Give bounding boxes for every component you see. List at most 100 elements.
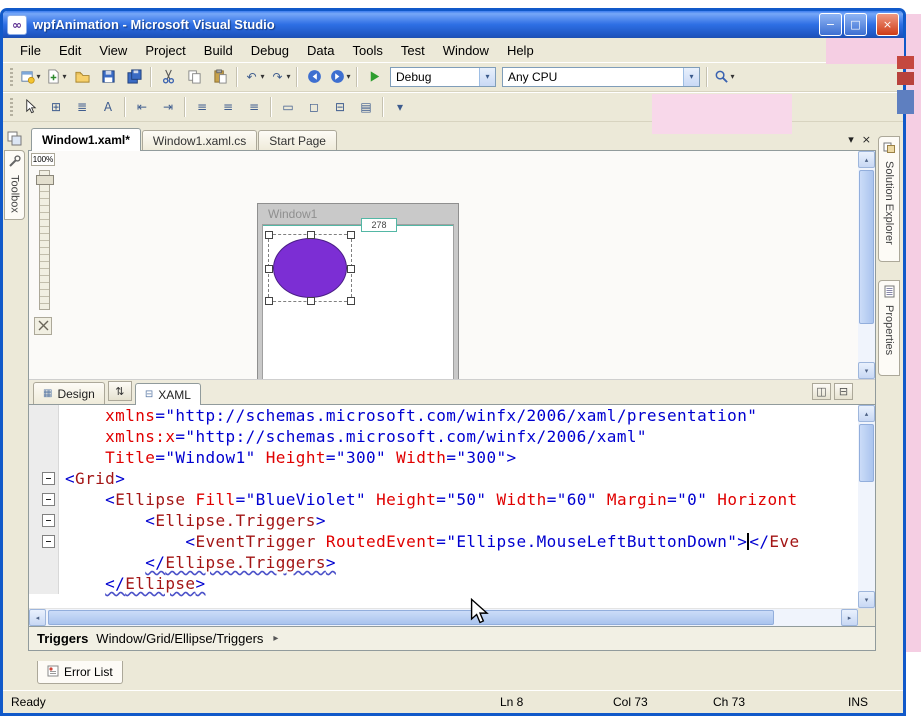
chevron-right-icon[interactable]: ▸ (273, 633, 278, 644)
collapse-toggle[interactable] (42, 493, 55, 506)
design-view[interactable]: 100% Window1 278 ▴ ▾ (29, 151, 875, 380)
title-bar[interactable]: ∞ wpfAnimation - Microsoft Visual Studio… (3, 11, 903, 38)
close-document-button[interactable]: × (862, 133, 871, 146)
save-button[interactable] (95, 66, 121, 88)
editor-horizontal-scrollbar[interactable]: ◂ ▸ (29, 608, 875, 626)
align-lefts-button[interactable]: ≡ (189, 96, 215, 118)
tab-start-page[interactable]: Start Page (258, 130, 337, 150)
resize-handle-n[interactable] (307, 231, 315, 239)
selection-tool-button[interactable] (17, 96, 43, 118)
add-new-item-button[interactable]: ▾ (43, 66, 69, 88)
zoom-slider-thumb[interactable] (35, 175, 54, 185)
increase-indent-button[interactable]: ⇥ (155, 96, 181, 118)
editor-scroll-down-icon[interactable]: ▾ (858, 591, 875, 608)
design-scroll-track[interactable] (858, 168, 875, 362)
toolbar-options-button[interactable]: ▾ (387, 96, 413, 118)
menu-debug[interactable]: Debug (242, 40, 298, 61)
cut-button[interactable] (155, 66, 181, 88)
horizontal-split-button[interactable]: ⊟ (834, 383, 853, 400)
same-width-button[interactable]: ▭ (275, 96, 301, 118)
paste-button[interactable] (207, 66, 233, 88)
breadcrumb-current[interactable]: Triggers (37, 631, 88, 646)
fit-to-screen-button[interactable] (34, 317, 52, 335)
undo-button[interactable]: ↶ ▾ (241, 66, 267, 88)
menu-build[interactable]: Build (195, 40, 242, 61)
breadcrumb-path[interactable]: Window/Grid/Ellipse/Triggers (96, 631, 263, 646)
copy-button[interactable] (181, 66, 207, 88)
menu-window[interactable]: Window (434, 40, 498, 61)
edit-text-button[interactable]: A (95, 96, 121, 118)
solution-platforms-combo[interactable]: Any CPU ▾ (502, 66, 700, 87)
zoom-level[interactable]: 100% (31, 153, 55, 166)
chevron-down-icon[interactable]: ▾ (683, 67, 699, 86)
toolbox-tab[interactable]: Toolbox (4, 150, 25, 220)
minimize-button[interactable]: − (819, 13, 842, 36)
scroll-up-icon[interactable]: ▴ (858, 151, 875, 168)
align-rights-button[interactable]: ≡ (241, 96, 267, 118)
start-debugging-button[interactable] (361, 66, 387, 88)
xaml-view-tab[interactable]: ⊟ XAML (134, 383, 201, 405)
resize-handle-e[interactable] (347, 265, 355, 273)
editor-scroll-track[interactable] (858, 422, 875, 591)
editor-scroll-thumb[interactable] (859, 424, 874, 482)
collapse-toggle[interactable] (42, 472, 55, 485)
hscroll-thumb[interactable] (48, 610, 774, 625)
chevron-down-icon[interactable]: ▾ (479, 67, 495, 86)
menu-tools[interactable]: Tools (343, 40, 391, 61)
editor-scroll-up-icon[interactable]: ▴ (858, 405, 875, 422)
solution-explorer-tab[interactable]: Solution Explorer (878, 136, 900, 262)
solution-configurations-combo[interactable]: Debug ▾ (390, 66, 496, 87)
new-project-button[interactable]: ▾ (17, 66, 43, 88)
collapse-toggle[interactable] (42, 514, 55, 527)
scroll-right-icon[interactable]: ▸ (841, 609, 858, 626)
resize-handle-nw[interactable] (265, 231, 273, 239)
decrease-indent-button[interactable]: ⇤ (129, 96, 155, 118)
design-view-tab[interactable]: ▦ Design (33, 382, 105, 404)
same-height-button[interactable]: ⊟ (327, 96, 353, 118)
xaml-editor[interactable]: xmlns="http://schemas.microsoft.com/winf… (29, 405, 875, 608)
menu-test[interactable]: Test (392, 40, 434, 61)
toolbar-grip[interactable] (10, 67, 13, 86)
resize-handle-ne[interactable] (347, 231, 355, 239)
resize-handle-s[interactable] (307, 297, 315, 305)
swap-panes-button[interactable]: ⇅ (107, 381, 132, 401)
resize-handle-sw[interactable] (265, 297, 273, 305)
hscroll-track[interactable] (46, 609, 841, 626)
design-window[interactable]: Window1 278 (257, 203, 459, 379)
collapse-toggle[interactable] (42, 535, 55, 548)
design-window-client[interactable]: 278 (262, 218, 454, 379)
save-all-button[interactable] (121, 66, 147, 88)
navigate-forward-button[interactable]: ▾ (327, 66, 353, 88)
design-vertical-scrollbar[interactable]: ▴ ▾ (858, 151, 875, 379)
document-list-button[interactable]: ▾ (848, 133, 854, 146)
code-lines[interactable]: xmlns="http://schemas.microsoft.com/winf… (29, 405, 858, 608)
layout-grid-button[interactable]: ▤ (353, 96, 379, 118)
snaplines-button[interactable]: ⊞ (43, 96, 69, 118)
editor-vertical-scrollbar[interactable]: ▴ ▾ (858, 405, 875, 608)
open-file-button[interactable] (69, 66, 95, 88)
redo-button[interactable]: ↷ ▾ (267, 66, 293, 88)
menu-view[interactable]: View (90, 40, 136, 61)
maximize-button[interactable]: □ (844, 13, 867, 36)
find-in-files-button[interactable]: ▾ (711, 66, 737, 88)
close-button[interactable]: × (876, 13, 899, 36)
menu-data[interactable]: Data (298, 40, 343, 61)
resize-handle-se[interactable] (347, 297, 355, 305)
scroll-down-icon[interactable]: ▾ (858, 362, 875, 379)
same-size-button[interactable]: ◻ (301, 96, 327, 118)
toolbar-grip[interactable] (10, 97, 13, 116)
menu-project[interactable]: Project (136, 40, 194, 61)
tab-window1-xaml-cs[interactable]: Window1.xaml.cs (141, 130, 258, 150)
align-centers-button[interactable]: ≡ (215, 96, 241, 118)
properties-tab[interactable]: Properties (878, 280, 900, 376)
vertical-split-button[interactable]: ◫ (812, 383, 831, 400)
menu-file[interactable]: File (11, 40, 50, 61)
document-outline-button[interactable]: ≣ (69, 96, 95, 118)
zoom-slider[interactable] (35, 170, 54, 310)
menu-help[interactable]: Help (498, 40, 543, 61)
tab-window1-xaml[interactable]: Window1.xaml* (31, 128, 141, 151)
menu-edit[interactable]: Edit (50, 40, 90, 61)
design-scroll-thumb[interactable] (859, 170, 874, 324)
error-list-tab[interactable]: Error List (37, 661, 123, 684)
scroll-left-icon[interactable]: ◂ (29, 609, 46, 626)
